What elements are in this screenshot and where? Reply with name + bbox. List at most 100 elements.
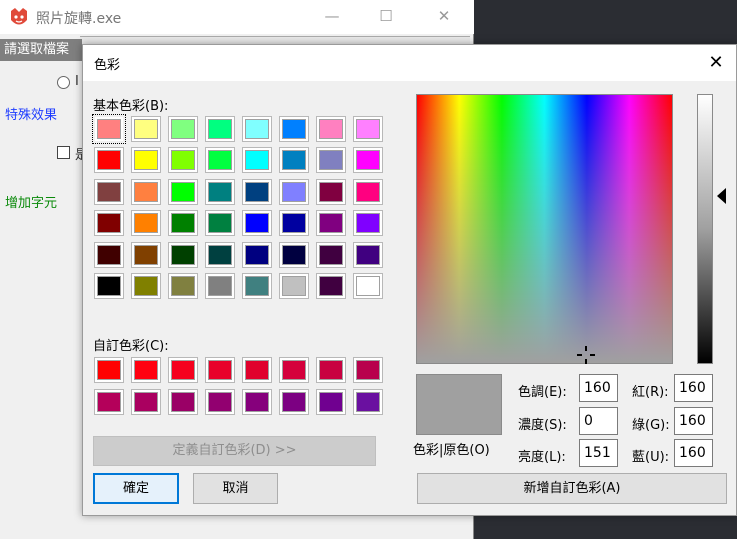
basic-color-swatch[interactable] xyxy=(168,178,198,205)
basic-colors-grid xyxy=(92,114,383,299)
dialog-title: 色彩 xyxy=(94,58,121,73)
custom-color-swatch[interactable] xyxy=(279,357,309,383)
basic-color-swatch[interactable] xyxy=(316,116,346,142)
basic-color-swatch[interactable] xyxy=(242,147,272,174)
ok-button[interactable]: 確定 xyxy=(93,473,179,504)
green-field[interactable]: 160 xyxy=(674,407,713,435)
basic-color-swatch[interactable] xyxy=(353,147,383,174)
custom-color-swatch[interactable] xyxy=(168,357,198,383)
basic-color-swatch[interactable] xyxy=(205,147,235,174)
basic-color-swatch[interactable] xyxy=(94,178,124,205)
basic-color-swatch[interactable] xyxy=(168,272,198,299)
app-checkbox[interactable] xyxy=(57,146,70,159)
custom-color-swatch[interactable] xyxy=(242,357,272,383)
basic-color-swatch[interactable] xyxy=(131,147,161,174)
basic-color-swatch[interactable] xyxy=(168,147,198,174)
basic-color-swatch[interactable] xyxy=(353,272,383,299)
close-app-button[interactable]: ✕ xyxy=(434,6,454,26)
basic-color-swatch[interactable] xyxy=(242,178,272,205)
add-custom-color-button[interactable]: 新增自訂色彩(A) xyxy=(417,473,727,504)
app-radio-label: I xyxy=(75,74,79,89)
define-custom-colors-button[interactable]: 定義自訂色彩(D) >> xyxy=(93,436,376,466)
color-dialog: 色彩 ✕ 基本色彩(B): 自訂色彩(C): 定義自訂色彩(D) >> 確定 取… xyxy=(82,44,737,516)
custom-color-swatch[interactable] xyxy=(279,389,309,415)
saturation-field[interactable]: 0 xyxy=(579,407,618,435)
basic-color-swatch[interactable] xyxy=(316,210,346,237)
color-spectrum[interactable] xyxy=(416,94,673,364)
red-field[interactable]: 160 xyxy=(674,374,713,402)
basic-color-swatch[interactable] xyxy=(242,241,272,268)
dialog-close-icon[interactable]: ✕ xyxy=(702,49,730,77)
custom-color-swatch[interactable] xyxy=(168,389,198,415)
basic-color-swatch[interactable] xyxy=(168,210,198,237)
basic-color-swatch[interactable] xyxy=(94,241,124,268)
custom-color-swatch[interactable] xyxy=(94,389,124,415)
custom-color-swatch[interactable] xyxy=(316,357,346,383)
basic-color-swatch[interactable] xyxy=(205,210,235,237)
basic-color-swatch[interactable] xyxy=(131,241,161,268)
custom-color-swatch[interactable] xyxy=(131,357,161,383)
basic-color-swatch[interactable] xyxy=(205,272,235,299)
custom-color-swatch[interactable] xyxy=(353,389,383,415)
green-label: 綠(G): xyxy=(632,418,670,433)
hue-field[interactable]: 160 xyxy=(579,374,618,402)
app-top-field xyxy=(80,36,470,44)
saturation-label: 濃度(S): xyxy=(518,418,567,433)
basic-color-swatch[interactable] xyxy=(168,116,198,142)
basic-color-swatch[interactable] xyxy=(131,116,161,142)
custom-color-swatch[interactable] xyxy=(242,389,272,415)
basic-color-swatch[interactable] xyxy=(205,178,235,205)
basic-color-swatch[interactable] xyxy=(131,210,161,237)
custom-colors-label: 自訂色彩(C): xyxy=(93,339,169,354)
custom-color-swatch[interactable] xyxy=(353,357,383,383)
custom-color-swatch[interactable] xyxy=(205,357,235,383)
special-effects-label: 特殊效果 xyxy=(5,108,58,123)
app-logo-icon xyxy=(11,8,27,25)
basic-color-swatch[interactable] xyxy=(242,116,272,142)
cancel-button[interactable]: 取消 xyxy=(193,473,278,504)
luminance-arrow-icon[interactable] xyxy=(717,188,726,204)
basic-color-swatch[interactable] xyxy=(279,241,309,268)
custom-color-swatch[interactable] xyxy=(131,389,161,415)
basic-color-swatch[interactable] xyxy=(168,241,198,268)
basic-color-swatch[interactable] xyxy=(279,210,309,237)
maximize-button[interactable]: ☐ xyxy=(376,6,396,26)
luminance-slider[interactable] xyxy=(697,94,713,364)
basic-color-swatch[interactable] xyxy=(242,272,272,299)
basic-color-swatch[interactable] xyxy=(94,147,124,174)
basic-color-swatch[interactable] xyxy=(131,272,161,299)
add-text-label: 增加字元 xyxy=(5,196,58,211)
basic-color-swatch[interactable] xyxy=(242,210,272,237)
custom-color-swatch[interactable] xyxy=(205,389,235,415)
blue-field[interactable]: 160 xyxy=(674,439,713,467)
basic-color-swatch[interactable] xyxy=(353,116,383,142)
app-radio[interactable] xyxy=(57,76,70,89)
basic-color-swatch[interactable] xyxy=(353,241,383,268)
basic-color-swatch[interactable] xyxy=(205,241,235,268)
custom-color-swatch[interactable] xyxy=(94,357,124,383)
basic-colors-label: 基本色彩(B): xyxy=(93,99,169,114)
browse-file-button[interactable]: 請選取檔案 xyxy=(0,39,82,61)
luminance-field[interactable]: 151 xyxy=(579,439,618,467)
basic-color-swatch[interactable] xyxy=(316,178,346,205)
basic-color-swatch[interactable] xyxy=(205,116,235,142)
basic-color-swatch[interactable] xyxy=(279,178,309,205)
basic-color-swatch[interactable] xyxy=(279,272,309,299)
custom-color-swatch[interactable] xyxy=(316,389,346,415)
basic-color-swatch[interactable] xyxy=(279,147,309,174)
basic-color-swatch[interactable] xyxy=(316,241,346,268)
hue-label: 色調(E): xyxy=(518,385,567,400)
basic-color-swatch[interactable] xyxy=(353,178,383,205)
basic-color-swatch[interactable] xyxy=(92,114,126,144)
app-titlebar[interactable]: 照片旋轉.exe — ☐ ✕ xyxy=(0,0,474,34)
basic-color-swatch[interactable] xyxy=(316,272,346,299)
crosshair-icon xyxy=(577,346,595,364)
basic-color-swatch[interactable] xyxy=(94,210,124,237)
dialog-titlebar[interactable]: 色彩 ✕ xyxy=(83,45,736,81)
basic-color-swatch[interactable] xyxy=(131,178,161,205)
basic-color-swatch[interactable] xyxy=(353,210,383,237)
basic-color-swatch[interactable] xyxy=(316,147,346,174)
basic-color-swatch[interactable] xyxy=(279,116,309,142)
minimize-button[interactable]: — xyxy=(322,6,342,26)
basic-color-swatch[interactable] xyxy=(94,272,124,299)
